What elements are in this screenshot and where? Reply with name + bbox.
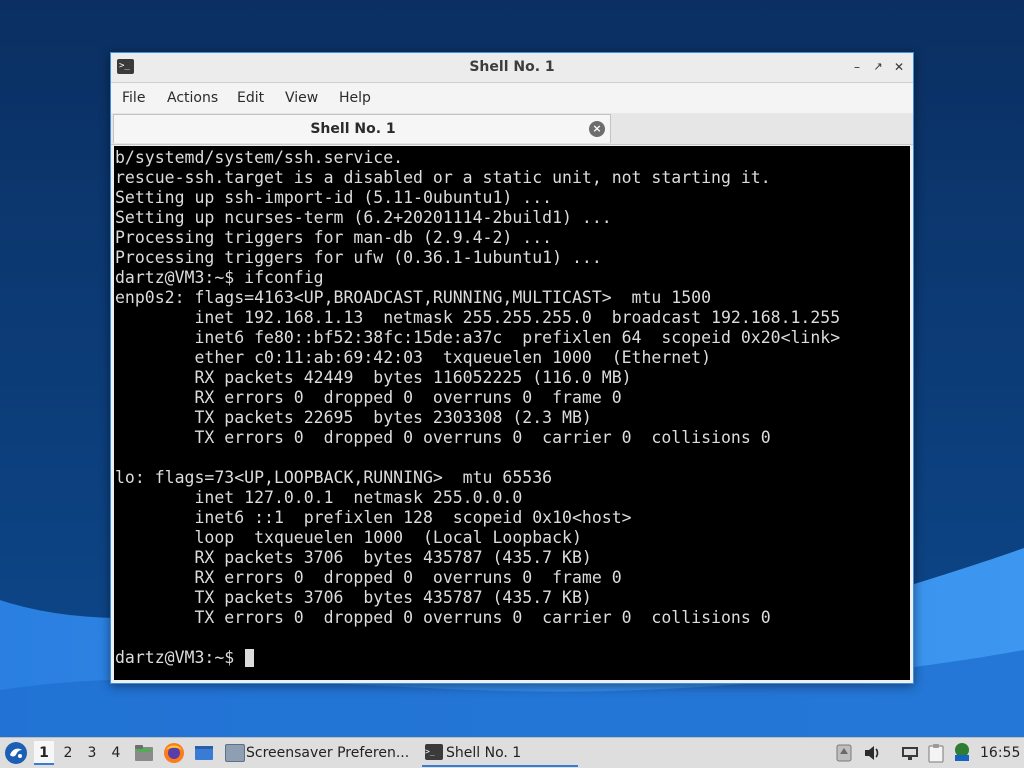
tab-bar: Shell No. 1 × [111, 113, 913, 145]
terminal-line: Processing triggers for man-db (2.9.4-2)… [115, 228, 553, 247]
menu-help[interactable]: Help [339, 83, 371, 113]
terminal-line: Processing triggers for ufw (0.36.1-1ubu… [115, 248, 602, 267]
workspace-3[interactable]: 3 [82, 741, 102, 765]
terminal-line: RX packets 3706 bytes 435787 (435.7 KB) [115, 548, 592, 567]
close-button[interactable]: ✕ [890, 58, 908, 76]
terminal-line: enp0s2: flags=4163<UP,BROADCAST,RUNNING,… [115, 288, 712, 307]
terminal-line: Setting up ssh-import-id (5.11-0ubuntu1)… [115, 188, 553, 207]
clock[interactable]: 16:55 [980, 738, 1020, 768]
workspace-4[interactable]: 4 [106, 741, 126, 765]
terminal-prompt: dartz@VM3:~$ [115, 648, 245, 667]
terminal-line: Setting up ncurses-term (6.2+20201114-2b… [115, 208, 612, 227]
menubar: File Actions Edit View Help [111, 83, 913, 113]
maximize-button[interactable]: ↗ [869, 58, 887, 76]
window-titlebar[interactable]: >_ Shell No. 1 – ↗ ✕ [111, 53, 913, 83]
terminal-output[interactable]: b/systemd/system/ssh.service. rescue-ssh… [114, 146, 910, 680]
menu-view[interactable]: View [285, 83, 318, 113]
terminal-line: dartz@VM3:~$ ifconfig [115, 268, 324, 287]
clipboard-icon[interactable] [926, 742, 946, 764]
terminal-line: inet 192.168.1.13 netmask 255.255.255.0 … [115, 308, 841, 327]
terminal-line: inet6 ::1 prefixlen 128 scopeid 0x10<hos… [115, 508, 632, 527]
terminal-line: RX errors 0 dropped 0 overruns 0 frame 0 [115, 568, 622, 587]
terminal-line: ether c0:11:ab:69:42:03 txqueuelen 1000 … [115, 348, 712, 367]
terminal-window[interactable]: >_ Shell No. 1 – ↗ ✕ File Actions Edit V… [110, 52, 914, 684]
terminal-line: inet6 fe80::bf52:38fc:15de:a37c prefixle… [115, 328, 841, 347]
tab-close-icon[interactable]: × [589, 121, 605, 137]
terminal-icon: >_ [425, 744, 443, 760]
bin-icon[interactable] [834, 742, 854, 764]
tab-shell-1[interactable]: Shell No. 1 × [113, 114, 611, 143]
update-notifier-icon[interactable] [952, 742, 972, 764]
workspace-2[interactable]: 2 [58, 741, 78, 765]
taskbar: 1 2 3 4 Screensaver Preferen... >_ Shell… [0, 737, 1024, 768]
terminal-line: b/systemd/system/ssh.service. [115, 148, 404, 167]
task-label: Shell No. 1 [446, 745, 522, 761]
tab-label: Shell No. 1 [310, 121, 396, 137]
menu-actions[interactable]: Actions [167, 83, 218, 113]
start-menu-icon[interactable] [4, 741, 28, 765]
terminal-line: TX errors 0 dropped 0 overruns 0 carrier… [115, 428, 771, 447]
menu-edit[interactable]: Edit [237, 83, 264, 113]
show-desktop-icon[interactable] [193, 742, 215, 764]
task-shell-1[interactable]: >_ Shell No. 1 [422, 739, 578, 767]
window-title: Shell No. 1 [469, 59, 555, 75]
terminal-line: TX errors 0 dropped 0 overruns 0 carrier… [115, 608, 771, 627]
terminal-line: lo: flags=73<UP,LOOPBACK,RUNNING> mtu 65… [115, 468, 553, 487]
minimize-button[interactable]: – [848, 58, 866, 76]
volume-icon[interactable] [862, 742, 882, 764]
task-label: Screensaver Preferen... [246, 745, 410, 761]
firefox-icon[interactable] [163, 742, 185, 764]
file-manager-icon[interactable] [133, 742, 155, 764]
screensaver-icon [225, 744, 245, 762]
terminal-line: TX packets 3706 bytes 435787 (435.7 KB) [115, 588, 592, 607]
terminal-line: loop txqueuelen 1000 (Local Loopback) [115, 528, 582, 547]
terminal-line: TX packets 22695 bytes 2303308 (2.3 MB) [115, 408, 592, 427]
terminal-line: inet 127.0.0.1 netmask 255.0.0.0 [115, 488, 523, 507]
terminal-line: rescue-ssh.target is a disabled or a sta… [115, 168, 771, 187]
terminal-line: RX packets 42449 bytes 116052225 (116.0 … [115, 368, 632, 387]
workspace-1[interactable]: 1 [34, 741, 54, 765]
desktop: >_ Shell No. 1 – ↗ ✕ File Actions Edit V… [0, 0, 1024, 768]
menu-file[interactable]: File [122, 83, 145, 113]
terminal-cursor [245, 649, 254, 667]
task-screensaver-preferences[interactable]: Screensaver Preferen... [222, 739, 418, 767]
network-icon[interactable] [900, 742, 920, 764]
terminal-line: RX errors 0 dropped 0 overruns 0 frame 0 [115, 388, 622, 407]
